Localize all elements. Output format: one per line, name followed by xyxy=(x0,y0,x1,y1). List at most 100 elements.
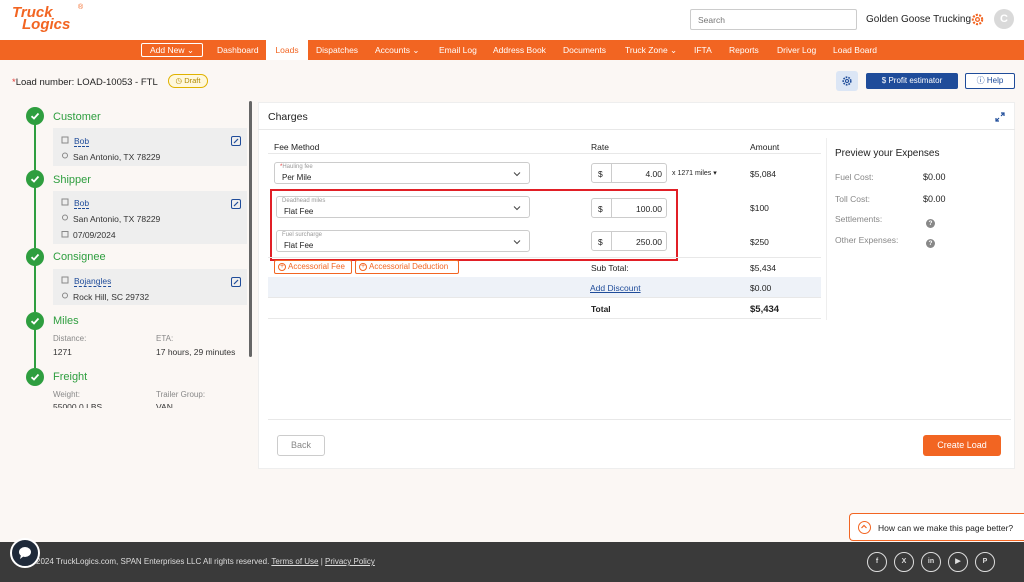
chevron-down-icon: ▾ xyxy=(713,170,717,177)
terms-link[interactable]: Terms of Use xyxy=(271,557,318,566)
divider xyxy=(268,318,821,319)
feedback-widget[interactable]: How can we make this page better? xyxy=(849,513,1024,541)
chat-bubble-button[interactable] xyxy=(10,538,40,568)
x-icon[interactable]: X xyxy=(894,552,914,572)
consignee-name-link[interactable]: Bojangles xyxy=(74,276,112,287)
freight-heading: Freight xyxy=(53,371,88,383)
preview-expenses-title: Preview your Expenses xyxy=(835,148,940,159)
question-icon[interactable]: ? xyxy=(926,239,935,248)
sidebar-scrollbar[interactable] xyxy=(249,101,252,357)
miles-heading: Miles xyxy=(53,315,79,327)
nav-reports[interactable]: Reports xyxy=(729,40,759,60)
weight-value: 55000.0 LBS xyxy=(53,402,103,408)
facebook-icon[interactable]: f xyxy=(867,552,887,572)
question-icon[interactable]: ? xyxy=(926,219,935,228)
chevron-down-icon: ⌄ xyxy=(412,45,420,55)
nav-email-log[interactable]: Email Log xyxy=(439,40,477,60)
location-pin-icon xyxy=(61,152,69,160)
step-connector xyxy=(34,264,36,312)
nav-address-book[interactable]: Address Book xyxy=(493,40,546,60)
shipper-date: 07/09/2024 xyxy=(73,230,116,240)
rate-header: Rate xyxy=(591,142,609,152)
hauling-fee-select[interactable]: *Hauling fee Per Mile xyxy=(274,162,530,184)
shipper-card: Bob San Antonio, TX 78229 07/09/2024 xyxy=(53,191,247,244)
deadhead-amount: $100 xyxy=(750,203,769,213)
create-load-button[interactable]: Create Load xyxy=(923,435,1001,456)
preview-divider xyxy=(826,138,827,320)
settlements-label: Settlements: xyxy=(835,214,883,224)
settings-gear-icon[interactable] xyxy=(970,12,985,27)
status-badge: ◷ Draft xyxy=(168,74,208,88)
youtube-icon[interactable]: ▶ xyxy=(948,552,968,572)
expand-icon[interactable] xyxy=(995,112,1005,122)
hauling-rate-input[interactable]: $ 4.00 xyxy=(591,163,667,183)
shipper-heading: Shipper xyxy=(53,174,91,186)
load-settings-button[interactable] xyxy=(836,71,858,91)
divider xyxy=(258,129,1015,130)
fee-method-header: Fee Method xyxy=(274,142,320,152)
divider xyxy=(268,297,821,298)
privacy-link[interactable]: Privacy Policy xyxy=(325,557,375,566)
miles-multiplier[interactable]: x 1271 miles ▾ xyxy=(672,169,717,177)
edit-icon[interactable] xyxy=(231,199,241,209)
toll-cost-value: $0.00 xyxy=(923,194,946,204)
shipper-name-link[interactable]: Bob xyxy=(74,198,90,209)
check-circle-icon xyxy=(26,368,44,386)
trailer-group-label: Trailer Group: xyxy=(156,390,206,399)
location-pin-icon xyxy=(61,292,69,300)
nav-accounts[interactable]: Accounts ⌄ xyxy=(375,40,419,60)
check-circle-icon xyxy=(26,248,44,266)
add-accessorial-deduction-button[interactable]: + Accessorial Deduction xyxy=(355,260,459,274)
toll-cost-label: Toll Cost: xyxy=(835,194,870,204)
fuel-cost-value: $0.00 xyxy=(923,172,946,182)
add-discount-link[interactable]: Add Discount xyxy=(590,283,641,293)
location-pin-icon xyxy=(61,214,69,222)
chevron-up-icon xyxy=(858,521,871,534)
other-expenses-label: Other Expenses: xyxy=(835,235,899,245)
calendar-icon xyxy=(61,230,69,238)
nav-driver-log[interactable]: Driver Log xyxy=(777,40,816,60)
load-number: *Load number: LOAD-10053 - FTL xyxy=(12,77,158,88)
gear-icon xyxy=(842,76,852,86)
customer-heading: Customer xyxy=(53,111,101,123)
add-accessorial-fee-button[interactable]: + Accessorial Fee xyxy=(274,260,352,274)
nav-dispatches[interactable]: Dispatches xyxy=(316,40,358,60)
profit-estimator-button[interactable]: $ Profit estimator xyxy=(866,73,958,89)
help-button[interactable]: ⓘ Help xyxy=(965,73,1015,89)
add-new-button[interactable]: Add New ⌄ xyxy=(141,43,203,57)
search-input[interactable] xyxy=(690,9,857,30)
fuel-cost-label: Fuel Cost: xyxy=(835,172,874,182)
total-value: $5,434 xyxy=(750,304,780,315)
fuel-surcharge-amount: $250 xyxy=(750,237,769,247)
customer-name-link[interactable]: Bob xyxy=(74,136,90,147)
discount-value: $0.00 xyxy=(750,283,772,293)
highlight-box xyxy=(270,189,678,261)
linkedin-icon[interactable]: in xyxy=(921,552,941,572)
nav-load-board[interactable]: Load Board xyxy=(833,40,877,60)
dollar-icon: $ xyxy=(881,76,887,85)
edit-icon[interactable] xyxy=(231,136,241,146)
shipper-address: San Antonio, TX 78229 xyxy=(73,214,161,224)
step-connector xyxy=(34,186,36,248)
back-button[interactable]: Back xyxy=(277,435,325,456)
edit-icon[interactable] xyxy=(231,277,241,287)
clock-icon: ◷ xyxy=(175,76,183,85)
subtotal-label: Sub Total: xyxy=(591,263,629,273)
step-connector xyxy=(34,328,36,368)
nav-truck-zone[interactable]: Truck Zone ⌄ xyxy=(625,40,677,60)
building-icon xyxy=(61,136,69,144)
nav-loads[interactable]: Loads xyxy=(266,40,308,60)
plus-icon: + xyxy=(359,263,367,271)
chevron-down-icon xyxy=(513,172,521,177)
weight-label: Weight: xyxy=(53,390,80,399)
check-circle-icon xyxy=(26,170,44,188)
trucklogics-logo[interactable]: Truck Logics ® xyxy=(12,4,84,36)
eta-label: ETA: xyxy=(156,334,174,343)
user-avatar[interactable]: C xyxy=(994,9,1014,29)
nav-documents[interactable]: Documents xyxy=(563,40,606,60)
pinterest-icon[interactable]: P xyxy=(975,552,995,572)
copyright-text: 2024 TruckLogics.com, SPAN Enterprises L… xyxy=(36,557,375,566)
question-icon: ⓘ xyxy=(976,76,985,85)
nav-ifta[interactable]: IFTA xyxy=(694,40,712,60)
nav-dashboard[interactable]: Dashboard xyxy=(217,40,259,60)
